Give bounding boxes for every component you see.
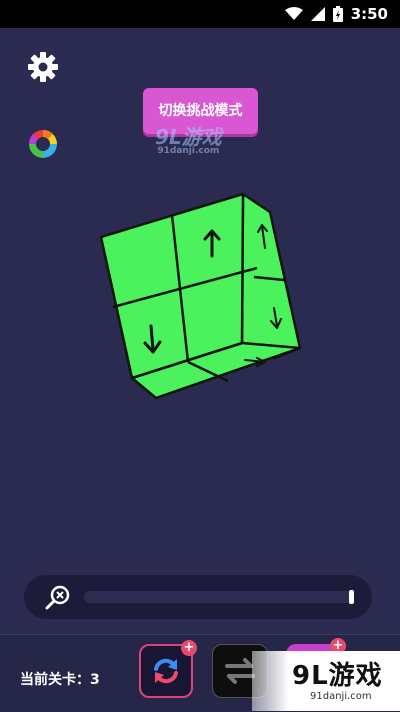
status-bar: 3:50 bbox=[0, 0, 400, 28]
puzzle-cube[interactable] bbox=[95, 180, 315, 410]
zoom-out-icon[interactable] bbox=[44, 583, 72, 611]
signal-icon bbox=[310, 7, 325, 21]
zoom-slider-thumb[interactable] bbox=[349, 590, 354, 604]
color-picker-button[interactable] bbox=[26, 127, 60, 161]
current-level-label: 当前关卡：3 bbox=[20, 672, 100, 688]
color-wheel-icon bbox=[28, 129, 57, 158]
watermark-bottom: 9L游戏 91danji.com bbox=[252, 651, 400, 711]
watermark-bottom-url: 91danji.com bbox=[310, 691, 372, 702]
watermark-top-url: 91danji.com bbox=[157, 146, 220, 156]
settings-button[interactable] bbox=[26, 50, 60, 84]
status-icons: 3:50 bbox=[284, 4, 388, 24]
zoom-slider-panel bbox=[24, 575, 372, 619]
reset-plus-badge: + bbox=[181, 640, 197, 656]
wifi-icon bbox=[284, 7, 303, 20]
reset-button[interactable]: + bbox=[139, 640, 197, 698]
cube-right-face bbox=[240, 192, 302, 360]
watermark-bottom-logo: 9L游戏 bbox=[292, 661, 383, 691]
zoom-slider-track[interactable] bbox=[84, 590, 354, 604]
battery-charging-icon bbox=[332, 6, 343, 22]
watermark-top: 9L游戏 91danji.com bbox=[155, 121, 222, 156]
gear-icon bbox=[28, 52, 58, 82]
status-time: 3:50 bbox=[350, 5, 388, 23]
